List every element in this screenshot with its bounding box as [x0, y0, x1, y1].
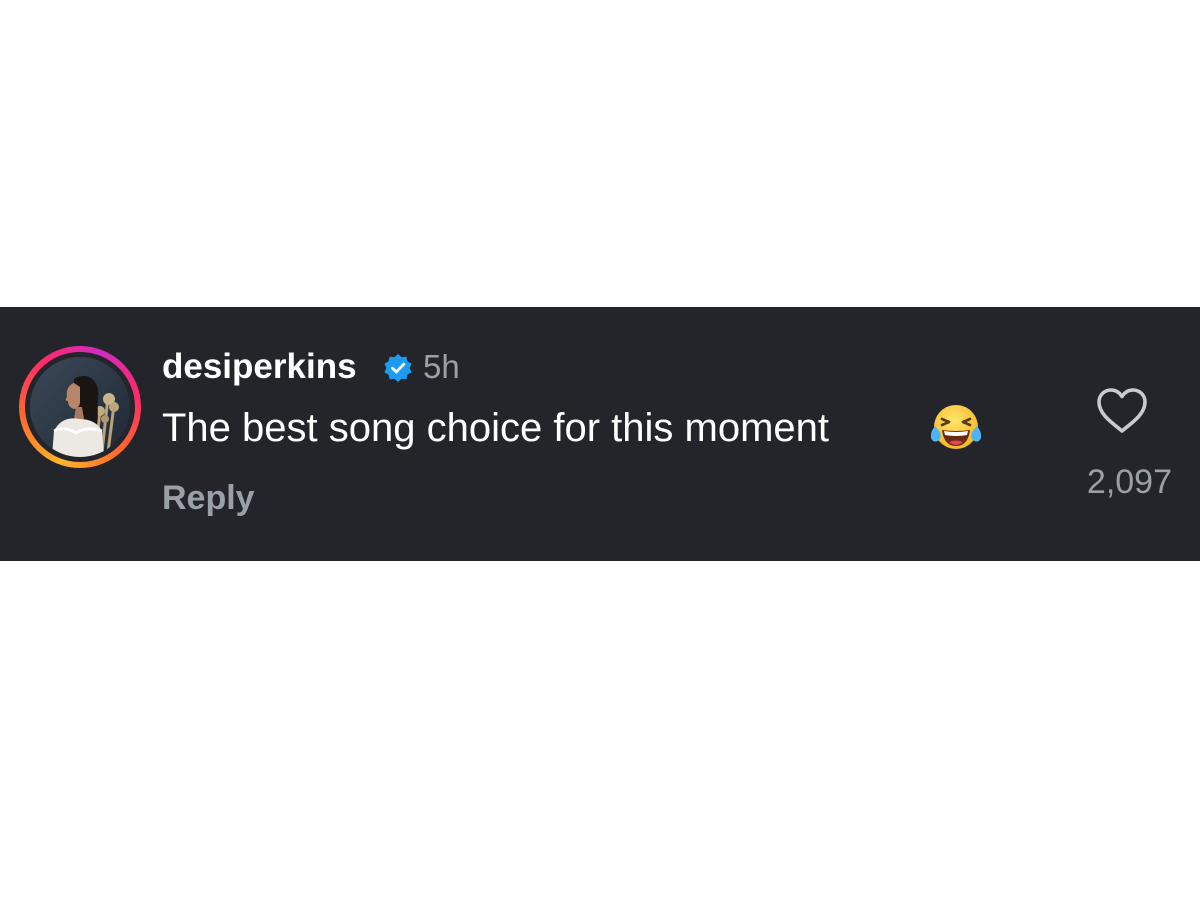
heart-outline-icon[interactable]: [1094, 386, 1150, 436]
story-ring[interactable]: [19, 346, 141, 468]
comment-timestamp: 5h: [423, 348, 460, 385]
like-count: 2,097: [1086, 463, 1172, 501]
avatar[interactable]: [30, 357, 130, 457]
comment-username[interactable]: desiperkins: [162, 345, 357, 389]
avatar-image: [30, 357, 130, 457]
comment-text: The best song choice for this moment: [162, 406, 829, 450]
verified-badge-icon: [384, 354, 412, 382]
face-with-tears-of-joy-icon: [930, 405, 982, 449]
reply-button[interactable]: Reply: [162, 476, 255, 520]
